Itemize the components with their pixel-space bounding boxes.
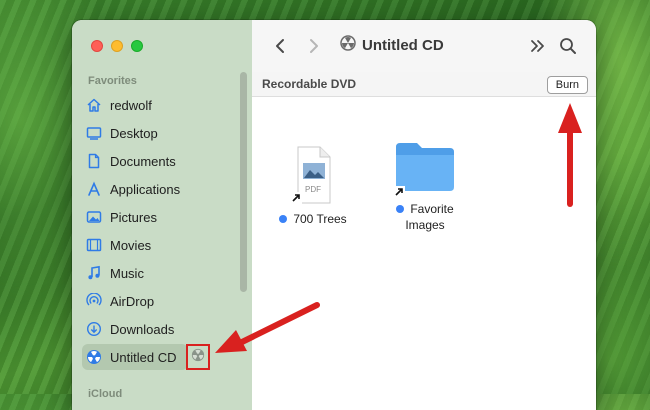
annotation-arrow-to-burn-indicator [215, 302, 320, 353]
annotation-arrow-to-burn-button [558, 103, 582, 207]
annotation-arrows [215, 103, 582, 353]
